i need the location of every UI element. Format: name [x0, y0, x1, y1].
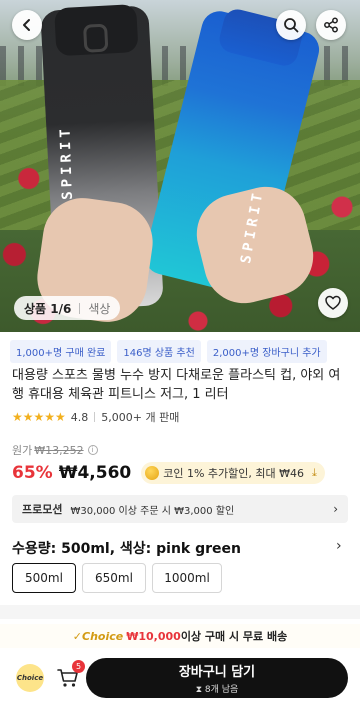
chevron-right-icon[interactable]: › [336, 538, 342, 554]
sold-count: 5,000+ 개 판매 [101, 411, 180, 424]
add-to-cart-button[interactable]: 장바구니 담기 ⧗ 8개 남음 [86, 658, 348, 698]
promotion-text: ₩30,000 이상 주문 시 ₩3,000 할인 [70, 505, 235, 517]
gallery-tabs[interactable]: 상품 1/6 색상 [14, 296, 121, 320]
rating-value: 4.8 [70, 410, 89, 424]
heart-icon [325, 295, 341, 310]
discount-percent: 65% [12, 463, 53, 483]
badge-recommended: 146명 상품 추천 [117, 340, 201, 363]
option-500ml[interactable]: 500ml [12, 563, 76, 593]
chevron-right-icon: › [333, 502, 338, 516]
tab-separator [79, 302, 81, 314]
option-1000ml[interactable]: 1000ml [152, 563, 222, 593]
shipping-text: 이상 구매 시 무료 배송 [180, 630, 288, 643]
social-proof-badges: 1,000+명 구매 완료 146명 상품 추천 2,000+명 장바구니 추가 [10, 340, 327, 363]
capacity-options: 500ml 650ml 1000ml [12, 563, 222, 593]
back-button[interactable] [12, 10, 42, 40]
original-price-row: 원가 ₩13,252 i [12, 442, 98, 458]
rating-row[interactable]: ★★★★★ 4.8 5,000+ 개 판매 [12, 409, 179, 425]
shipping-threshold: ₩10,000 [126, 629, 181, 643]
coin-discount-text: 코인 1% 추가할인, 최대 ₩46 [163, 467, 305, 480]
wishlist-button[interactable] [318, 288, 348, 318]
option-650ml[interactable]: 650ml [82, 563, 146, 593]
promotion-banner[interactable]: 프로모션 ₩30,000 이상 주문 시 ₩3,000 할인 › [12, 495, 348, 523]
badge-purchased: 1,000+명 구매 완료 [10, 340, 112, 363]
share-button[interactable] [316, 10, 346, 40]
section-divider [0, 605, 360, 619]
badge-cart-added: 2,000+명 장바구니 추가 [206, 340, 327, 363]
cart-count-badge: 5 [72, 660, 85, 673]
product-title: 대용량 스포츠 물병 누수 방지 다채로운 플라스틱 컵, 야외 여행 휴대용 … [12, 368, 341, 402]
star-rating-icon: ★★★★★ [12, 410, 66, 424]
coin-icon [145, 466, 160, 480]
bottle-brand-text: SPIRIT [57, 124, 76, 200]
info-icon[interactable]: i [87, 445, 98, 455]
share-icon [324, 17, 338, 33]
tab-color[interactable]: 색상 [88, 300, 110, 317]
search-icon [284, 18, 299, 33]
price-row: 65% ₩4,560 코인 1% 추가할인, 최대 ₩46 ⤓ [12, 462, 325, 484]
tab-product-images[interactable]: 상품 1/6 [24, 300, 71, 317]
chevron-left-icon [23, 19, 30, 31]
stock-remaining: ⧗ 8개 남음 [195, 685, 239, 695]
coin-discount-pill[interactable]: 코인 1% 추가할인, 최대 ₩46 ⤓ [141, 462, 325, 484]
rating-separator [94, 412, 96, 422]
choice-label: ✓Choice [72, 629, 124, 643]
product-image-gallery[interactable]: SPIRIT SPIRIT 상품 1/6 색상 [0, 0, 360, 332]
promotion-label: 프로모션 [22, 503, 63, 516]
original-price-label: 원가 [12, 444, 33, 457]
search-button[interactable] [276, 10, 306, 40]
option-summary[interactable]: 수용량: 500ml, 색상: pink green [12, 538, 241, 558]
choice-logo[interactable]: Choice [16, 664, 44, 692]
free-shipping-banner: ✓Choice ₩10,000 이상 구매 시 무료 배송 [0, 624, 360, 648]
download-icon: ⤓ [312, 466, 317, 479]
original-price: ₩13,252 [34, 443, 84, 457]
add-to-cart-label: 장바구니 담기 [178, 665, 256, 680]
bottom-action-bar: Choice 5 장바구니 담기 ⧗ 8개 남음 [0, 652, 360, 707]
sale-price: ₩4,560 [58, 463, 132, 483]
